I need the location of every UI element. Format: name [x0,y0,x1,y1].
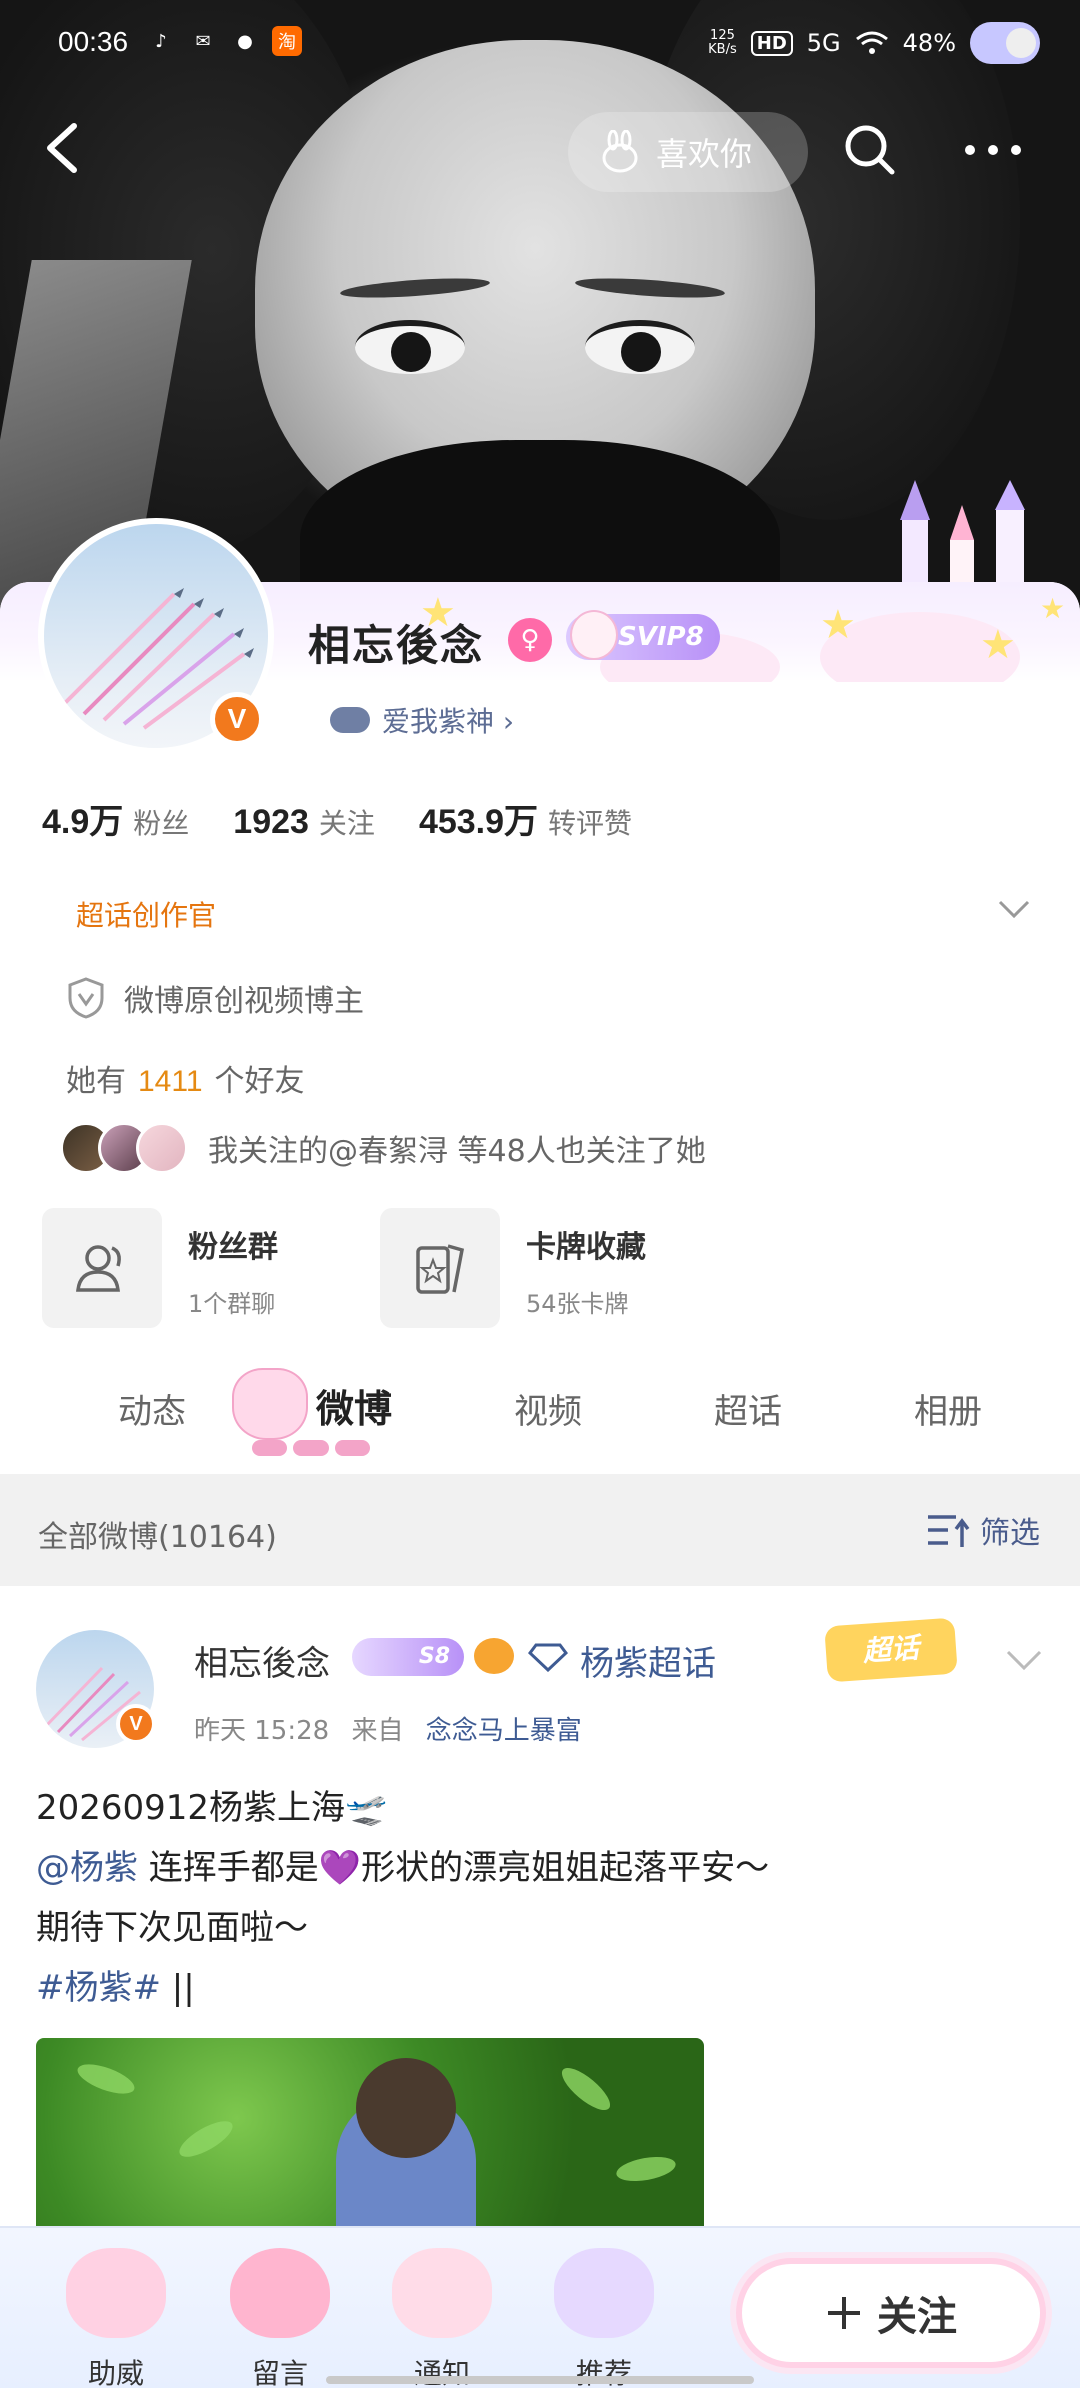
like-you-label: 喜欢你 [656,135,753,173]
friends-row[interactable]: 她有 1411 个好友 [66,1056,305,1100]
original-label: 微博原创视频博主 [124,984,364,1019]
bunny-icon [570,610,618,660]
follow-button[interactable]: 关注 [736,2258,1046,2368]
status-app-icons: ♪ ✉ ● 淘 [146,26,302,56]
verified-badge: V [210,692,264,746]
status-bar: 00:36 ♪ ✉ ● 淘 125 KB/s HD 5G 48% [0,0,1080,86]
taobao-icon: 淘 [272,26,302,56]
female-icon: ♀ [508,618,552,662]
status-time: 00:36 [58,26,129,57]
stat-following[interactable]: 1923 关注 [233,802,375,842]
home-indicator [326,2376,754,2384]
group-icon [76,1245,121,1292]
filter-icon [928,1515,970,1547]
friends-count: 1411 [138,1065,203,1098]
post-photo[interactable] [36,2038,704,2226]
bunny-crown-icon [66,2248,166,2338]
cloud-icon [330,707,370,733]
mutual-follow-row[interactable]: 我关注的@春絮浔 等48人也关注了她 [60,1122,706,1174]
stat-fans[interactable]: 4.9万 粉丝 [42,794,189,843]
post-author[interactable]: 相忘後念 [194,1636,330,1685]
hd-icon: HD [750,30,793,56]
level-badge: S8 [352,1638,464,1676]
tab-weibo[interactable]: 微博 [316,1378,392,1433]
mutual-avatars [60,1122,188,1174]
post-source[interactable]: 念念马上暴富 [426,1716,582,1746]
fan-group-card[interactable]: 粉丝群 1个群聊 [42,1208,278,1328]
verified-badge: V [116,1704,156,1744]
post-text-line: #杨紫# || [36,1968,195,2008]
heart-icon [230,2248,330,2338]
tab-video[interactable]: 视频 [514,1384,582,1433]
profile-name: 相忘後念 [308,621,485,670]
plus-icon [828,2297,860,2329]
bunny-icon [602,130,638,173]
filter-bar: 全部微博(10164) 筛选 [0,1474,1080,1586]
supertopic-badge: 超话 [824,1617,958,1683]
post-meta: 昨天 15:28 来自 念念马上暴富 [194,1716,582,1746]
profile-tabs: 动态 微博 视频 超话 相册 [0,1336,1080,1476]
mention-link[interactable]: @杨紫 [36,1848,138,1888]
fan-group-sub: 1个群聊 [188,1290,276,1318]
card-collection-card[interactable]: 卡牌收藏 54张卡牌 [380,1208,646,1328]
wechat-icon: ✉ [195,30,211,52]
card-collection-sub: 54张卡牌 [526,1290,629,1318]
post-text-line: 期待下次见面啦～ [36,1908,308,1948]
shield-icon [68,977,104,1019]
tab-dynamic[interactable]: 动态 [118,1384,186,1433]
all-weibo-count[interactable]: 全部微博(10164) [38,1512,277,1556]
tab-supertopic[interactable]: 超话 [714,1384,782,1433]
fan-tag[interactable]: 爱我紫神 › [330,700,514,740]
mutual-text: 我关注的@春絮浔 等48人也关注了她 [208,1134,706,1169]
message-board-button[interactable]: 留言 [220,2248,340,2388]
svip-badge[interactable]: SVIP8 [566,610,720,660]
sleeping-bunny-icon [392,2248,492,2338]
bottom-action-bar: 助威 留言 通知 推荐 关注 [0,2226,1080,2388]
wifi-icon [855,31,888,54]
notice-button[interactable]: 通知 [382,2248,502,2388]
creator-title: 超话创作官 [76,899,217,932]
back-icon[interactable] [36,118,96,178]
post-text-line: @杨紫 连挥手都是💜形状的漂亮姐姐起落平安～ [36,1848,770,1888]
chevron-down-icon[interactable] [994,890,1034,930]
tab-album[interactable]: 相册 [914,1384,982,1433]
card-collection-title: 卡牌收藏 [526,1230,646,1265]
message-icon: ● [237,30,253,52]
filter-button[interactable]: 筛选 [926,1508,1040,1552]
card-icon [416,1244,465,1294]
post-topic[interactable]: 杨紫超话 [580,1636,716,1685]
weibo-post: V 相忘後念 S8 杨紫超话 超话 昨天 15:28 来自 念念马上暴富 202… [0,1586,1080,2226]
fan-tag-label: 爱我紫神 › [382,705,515,738]
like-you-button[interactable]: 喜欢你 [568,112,808,192]
cheer-button[interactable]: 助威 [56,2248,176,2388]
signal-icon: 5G [806,29,841,57]
network-speed: 125 KB/s [708,28,737,57]
tiktok-icon: ♪ [155,30,167,52]
battery-percent: 48% [902,29,956,57]
fan-group-title: 粉丝群 [188,1230,278,1265]
bunny-cushion-icon [554,2248,654,2338]
battery-icon [970,22,1040,64]
fish-icon [474,1638,514,1674]
banner-eye [355,320,465,374]
profile-stats: 4.9万 粉丝 1923 关注 453.9万 转评赞 [42,794,632,843]
post-text-line: 20260912杨紫上海🛫 [36,1788,388,1828]
banner-eye [585,320,695,374]
diamond-icon [528,1643,568,1672]
more-icon[interactable] [958,120,1028,180]
stat-interactions[interactable]: 453.9万 转评赞 [419,794,632,843]
chevron-down-icon[interactable] [1002,1638,1046,1682]
tab-bunny-decoration [232,1368,308,1440]
tab-ribbon-decoration [252,1440,370,1456]
recommend-button[interactable]: 推荐 [544,2248,664,2388]
hashtag-link[interactable]: #杨紫# [36,1968,161,2008]
post-time: 昨天 15:28 [194,1716,330,1746]
search-icon[interactable] [840,120,900,180]
original-creator-row: 微博原创视频博主 [66,976,364,1020]
